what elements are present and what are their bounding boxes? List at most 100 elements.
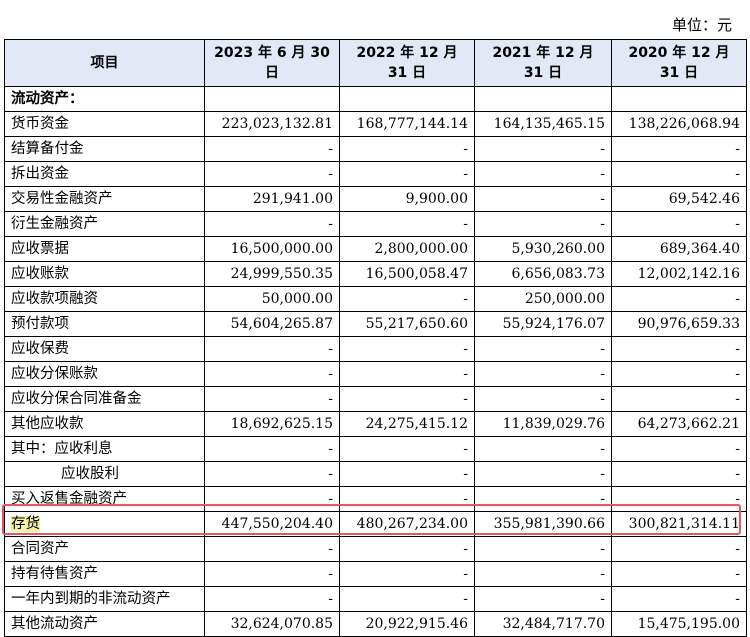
row-label: 合同资产 bbox=[4, 536, 205, 562]
row-value: 5,930,260.00 bbox=[474, 236, 612, 262]
row-value: - bbox=[474, 486, 612, 512]
table-row: 货币资金 223,023,132.81 168,777,144.14 164,135,… bbox=[4, 111, 747, 137]
row-value: - bbox=[339, 211, 475, 237]
row-value: - bbox=[204, 486, 340, 512]
row-value: - bbox=[611, 561, 747, 587]
row-label: 交易性金融资产 bbox=[4, 186, 205, 212]
row-value: - bbox=[611, 136, 747, 162]
row-value: - bbox=[339, 461, 475, 487]
row-value: 11,839,029.76 bbox=[474, 411, 612, 437]
row-value: 55,217,650.60 bbox=[339, 311, 475, 337]
row-label: 持有待售资产 bbox=[4, 561, 205, 587]
row-value: - bbox=[474, 136, 612, 162]
row-value: - bbox=[204, 361, 340, 387]
row-value: - bbox=[474, 211, 612, 237]
row-value: - bbox=[611, 586, 747, 612]
header-2020-12-31: 2020 年 12 月 31 日 bbox=[611, 39, 747, 87]
table-row: 应收分保合同准备金 - - - - bbox=[4, 386, 747, 412]
row-label: 存货 bbox=[4, 511, 205, 537]
table-row: 应收票据 16,500,000.00 2,800,000.00 5,930,260.0… bbox=[4, 236, 747, 262]
row-value: - bbox=[339, 536, 475, 562]
table-row: 其他流动资产 32,624,070.85 20,922,915.46 32,484,7… bbox=[4, 611, 747, 637]
table-row: 合同资产 - - - - bbox=[4, 536, 747, 562]
table-row: 买入返售金融资产 - - - - bbox=[4, 486, 747, 512]
row-value: 6,656,083.73 bbox=[474, 261, 612, 287]
row-value: - bbox=[204, 161, 340, 187]
row-value: - bbox=[339, 361, 475, 387]
header-2023-06-30: 2023 年 6 月 30 日 bbox=[204, 39, 340, 87]
row-label: 应收股利 bbox=[4, 461, 205, 487]
row-value: - bbox=[474, 361, 612, 387]
row-label: 应收款项融资 bbox=[4, 286, 205, 312]
row-value: - bbox=[204, 461, 340, 487]
row-label: 其他应收款 bbox=[4, 411, 205, 437]
unit-label: 单位：元 bbox=[671, 16, 732, 34]
row-value: 480,267,234.00 bbox=[339, 511, 475, 537]
table-row: 流动资产： bbox=[4, 86, 747, 112]
table-row: 一年内到期的非流动资产 - - - - bbox=[4, 586, 747, 612]
row-value: 18,692,625.15 bbox=[204, 411, 340, 437]
row-value bbox=[474, 86, 612, 112]
row-value: 16,500,058.47 bbox=[339, 261, 475, 287]
row-value: 138,226,068.94 bbox=[611, 111, 747, 137]
row-label: 衍生金融资产 bbox=[4, 211, 205, 237]
row-value: 291,941.00 bbox=[204, 186, 340, 212]
table-row: 结算备付金 - - - - bbox=[4, 136, 747, 162]
row-value bbox=[204, 86, 340, 112]
row-value: 69,542.46 bbox=[611, 186, 747, 212]
row-label: 应收保费 bbox=[4, 336, 205, 362]
row-value: 12,002,142.16 bbox=[611, 261, 747, 287]
row-value: - bbox=[611, 161, 747, 187]
row-value: 20,922,915.46 bbox=[339, 611, 475, 637]
table-row: 预付款项 54,604,265.87 55,217,650.60 55,924,176… bbox=[4, 311, 747, 337]
row-value: 90,976,659.33 bbox=[611, 311, 747, 337]
row-value: 64,273,662.21 bbox=[611, 411, 747, 437]
table-row: 其中：应收利息 - - - - bbox=[4, 436, 747, 462]
table-row: 交易性金融资产 291,941.00 9,900.00-69,542.46 bbox=[4, 186, 747, 212]
header-item: 项目 bbox=[4, 39, 205, 87]
row-value: 250,000.00 bbox=[474, 286, 612, 312]
row-value: - bbox=[339, 286, 475, 312]
row-value: - bbox=[339, 586, 475, 612]
row-value: - bbox=[204, 211, 340, 237]
row-value: - bbox=[611, 286, 747, 312]
row-value: - bbox=[611, 386, 747, 412]
row-value: 15,475,195.00 bbox=[611, 611, 747, 637]
row-value: 168,777,144.14 bbox=[339, 111, 475, 137]
row-label: 流动资产： bbox=[4, 86, 205, 112]
row-value: - bbox=[611, 536, 747, 562]
row-value bbox=[339, 86, 475, 112]
row-value: 32,624,070.85 bbox=[204, 611, 340, 637]
row-value: - bbox=[339, 561, 475, 587]
row-value: 50,000.00 bbox=[204, 286, 340, 312]
row-label: 拆出资金 bbox=[4, 161, 205, 187]
row-value: 16,500,000.00 bbox=[204, 236, 340, 262]
row-value: - bbox=[339, 336, 475, 362]
row-value: - bbox=[474, 561, 612, 587]
row-value: - bbox=[611, 336, 747, 362]
row-value: - bbox=[339, 136, 475, 162]
row-label: 应收分保账款 bbox=[4, 361, 205, 387]
row-value: 54,604,265.87 bbox=[204, 311, 340, 337]
table-row: 应收保费 - - - - bbox=[4, 336, 747, 362]
row-value: - bbox=[339, 386, 475, 412]
row-value: 223,023,132.81 bbox=[204, 111, 340, 137]
row-label: 其他流动资产 bbox=[4, 611, 205, 637]
row-value: 447,550,204.40 bbox=[204, 511, 340, 537]
header-2021-12-31: 2021 年 12 月 31 日 bbox=[474, 39, 612, 87]
table-header-row: 项目 2023 年 6 月 30 日 2022 年 12 月 31 日 2021… bbox=[4, 39, 747, 87]
row-value: - bbox=[611, 361, 747, 387]
row-value bbox=[611, 86, 747, 112]
row-value: - bbox=[339, 161, 475, 187]
row-value: - bbox=[204, 536, 340, 562]
row-label: 应收账款 bbox=[4, 261, 205, 287]
highlighted-label: 存货 bbox=[11, 516, 40, 532]
table-row: 应收账款 24,999,550.35 16,500,058.47 6,656,083.… bbox=[4, 261, 747, 287]
row-value: - bbox=[204, 136, 340, 162]
row-value: - bbox=[474, 161, 612, 187]
row-value: - bbox=[204, 336, 340, 362]
row-value: - bbox=[611, 461, 747, 487]
row-value: 24,999,550.35 bbox=[204, 261, 340, 287]
table-row: 应收款项融资 50,000.00-250,000.00- bbox=[4, 286, 747, 312]
row-value: 55,924,176.07 bbox=[474, 311, 612, 337]
